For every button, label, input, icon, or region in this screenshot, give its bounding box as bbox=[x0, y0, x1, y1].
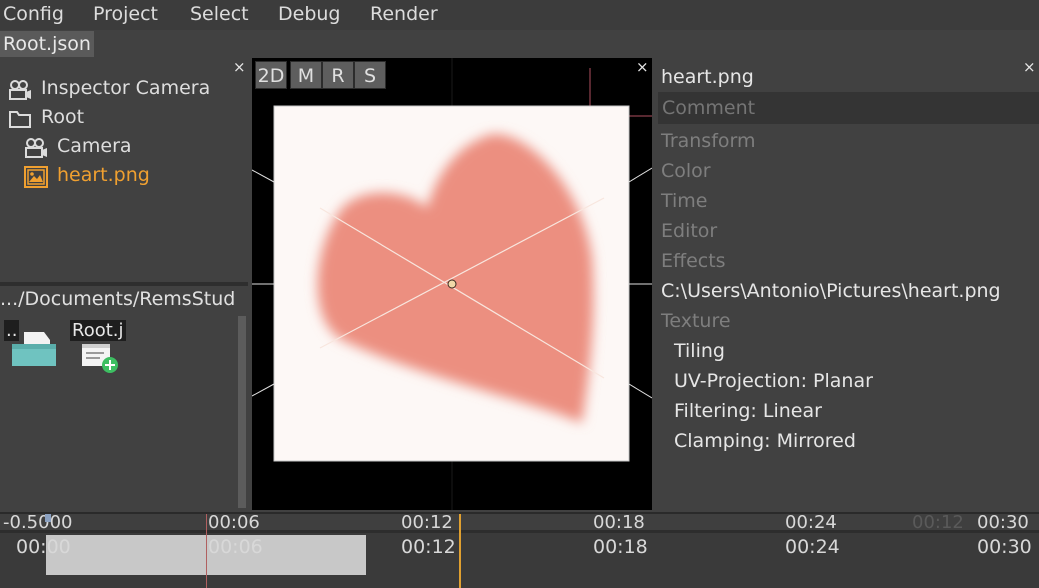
file-item-root-json[interactable]: Root.j bbox=[70, 320, 140, 373]
timeline-label: 00:00 bbox=[16, 536, 71, 558]
viewport-panel[interactable]: 2D M R S × bbox=[252, 58, 652, 510]
new-file-icon bbox=[82, 344, 118, 373]
pivot-handle bbox=[447, 279, 457, 289]
scene-tree-panel: × Inspector Camera Root Camera heart.png bbox=[0, 58, 248, 282]
viewport-canvas bbox=[252, 58, 652, 510]
menu-debug[interactable]: Debug bbox=[278, 3, 340, 25]
section-texture[interactable]: Texture bbox=[661, 310, 731, 332]
mode-move-button[interactable]: M bbox=[290, 61, 322, 89]
close-icon[interactable]: × bbox=[636, 60, 649, 75]
file-item-parent[interactable]: .. bbox=[4, 320, 60, 372]
texture-filtering[interactable]: Filtering: Linear bbox=[674, 400, 822, 422]
texture-uv-projection[interactable]: UV-Projection: Planar bbox=[674, 370, 873, 392]
section-transform[interactable]: Transform bbox=[661, 130, 756, 152]
timeline-ruler[interactable] bbox=[0, 514, 1039, 530]
section-color[interactable]: Color bbox=[661, 160, 711, 182]
close-icon[interactable]: × bbox=[233, 60, 246, 75]
texture-clamping[interactable]: Clamping: Mirrored bbox=[674, 430, 856, 452]
texture-tiling[interactable]: Tiling bbox=[674, 340, 725, 362]
menu-render[interactable]: Render bbox=[370, 3, 438, 25]
close-icon[interactable]: × bbox=[1023, 60, 1036, 75]
timeline-label: 00:30 bbox=[977, 536, 1032, 558]
tree-item-label: heart.png bbox=[57, 164, 150, 186]
file-browser-panel: .../Documents/RemsStud .. Root.j bbox=[0, 286, 248, 510]
tree-item-label: Root bbox=[41, 106, 85, 128]
mode-scale-button[interactable]: S bbox=[354, 61, 386, 89]
file-browser-path: .../Documents/RemsStud bbox=[0, 288, 236, 310]
tree-item-label: Inspector Camera bbox=[41, 77, 211, 99]
marker-line bbox=[206, 514, 207, 588]
camera-icon bbox=[9, 80, 31, 100]
tree-item-camera[interactable]: Camera bbox=[24, 135, 238, 161]
file-item-label: .. bbox=[4, 320, 20, 341]
comment-input[interactable] bbox=[658, 92, 1039, 124]
tree-item-heart-png[interactable]: heart.png bbox=[24, 164, 238, 190]
image-path-field[interactable]: C:\Users\Antonio\Pictures\heart.png bbox=[661, 280, 1037, 302]
timeline-label: 00:12 bbox=[401, 536, 456, 558]
tree-item-root[interactable]: Root bbox=[8, 106, 238, 132]
menu-select[interactable]: Select bbox=[190, 3, 249, 25]
image-icon bbox=[24, 166, 48, 188]
mode-rotate-button[interactable]: R bbox=[322, 61, 354, 89]
timeline-label: 00:24 bbox=[785, 536, 840, 558]
section-editor[interactable]: Editor bbox=[661, 220, 717, 242]
properties-title: heart.png bbox=[661, 66, 754, 88]
file-item-label: Root.j bbox=[70, 320, 126, 341]
tab-root-json[interactable]: Root.json bbox=[0, 31, 94, 57]
menu-bar: Config Project Select Debug Render bbox=[0, 0, 1039, 30]
playhead[interactable] bbox=[459, 514, 461, 588]
timeline[interactable]: -0.5000 00:06 00:12 00:18 00:24 00:30 00… bbox=[0, 512, 1039, 588]
tree-item-label: Camera bbox=[57, 135, 132, 157]
camera-icon bbox=[25, 138, 47, 158]
menu-project[interactable]: Project bbox=[93, 3, 158, 25]
timeline-label: 00:06 bbox=[208, 536, 263, 558]
timeline-label: 00:18 bbox=[593, 536, 648, 558]
folder-icon bbox=[9, 111, 31, 128]
section-effects[interactable]: Effects bbox=[661, 250, 726, 272]
section-time[interactable]: Time bbox=[661, 190, 708, 212]
file-browser-scrollbar[interactable] bbox=[238, 316, 246, 508]
menu-config[interactable]: Config bbox=[3, 3, 64, 25]
tree-item-inspector-camera[interactable]: Inspector Camera bbox=[8, 77, 238, 103]
mode-2d-button[interactable]: 2D bbox=[255, 61, 287, 89]
ruler-marker[interactable] bbox=[45, 514, 51, 522]
